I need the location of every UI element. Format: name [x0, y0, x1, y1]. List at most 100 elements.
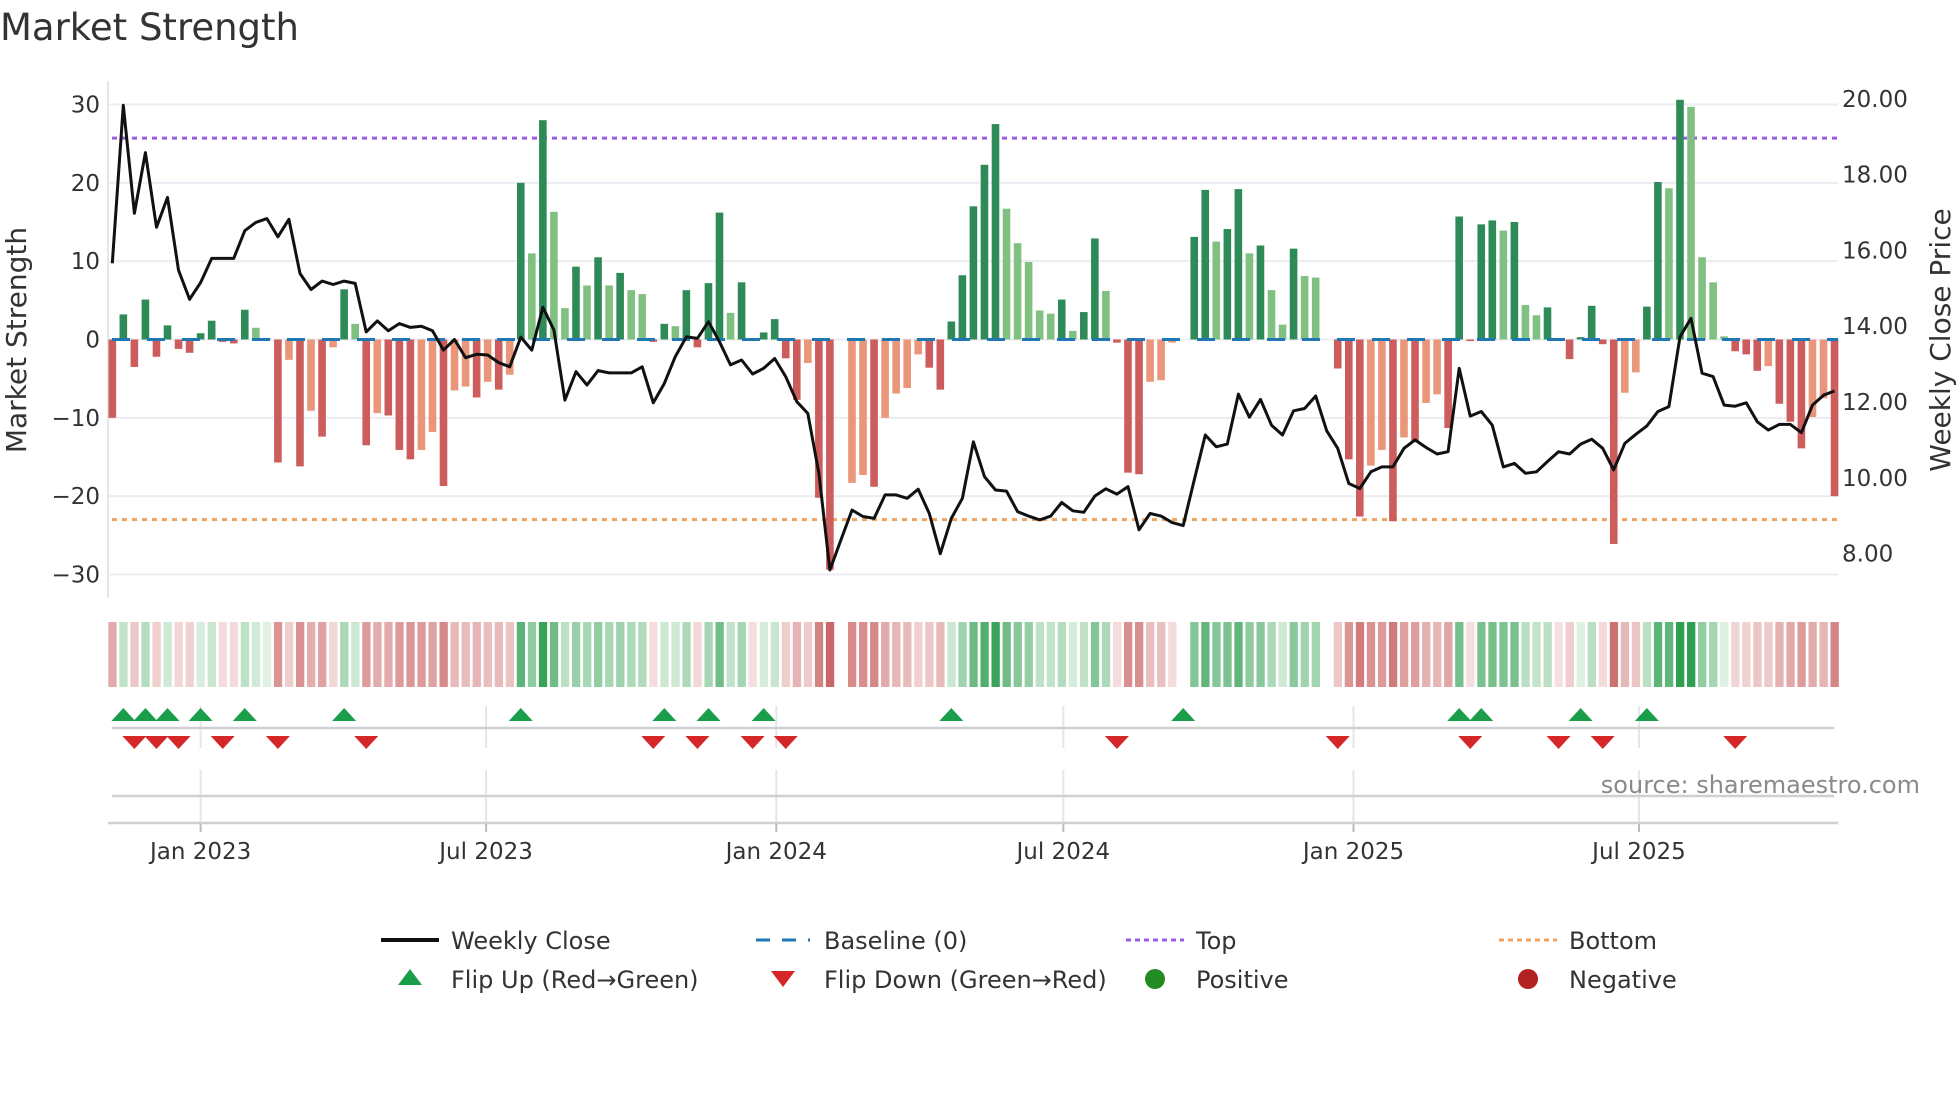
heat-strip-cell — [936, 622, 945, 687]
flip-up-triangle-icon — [188, 708, 213, 721]
legend-label: Bottom — [1569, 927, 1657, 955]
heat-strip-cell — [1057, 622, 1067, 687]
heat-strip-cell — [262, 622, 272, 687]
strength-bar — [881, 339, 889, 418]
left-tick-label: 0 — [85, 328, 100, 354]
heat-strip-cell — [284, 622, 294, 687]
strength-bar — [185, 339, 194, 353]
strength-bar — [1102, 290, 1110, 340]
strength-bar — [1598, 339, 1607, 345]
flip-up-triangle-icon — [696, 708, 721, 721]
legend: Weekly Close Baseline (0) Top Bottom Flip Up… — [381, 927, 1677, 994]
heat-strip-cell — [781, 622, 791, 687]
heat-strip-cell — [251, 622, 261, 687]
strength-bar — [119, 314, 128, 340]
flip-down-triangle-icon — [1325, 736, 1350, 749]
heat-strip-cell — [1477, 622, 1486, 687]
heat-strip-cell — [1190, 622, 1199, 687]
heat-strip-cell — [1366, 622, 1376, 687]
strength-bar — [285, 339, 293, 360]
heat-strip-cell — [218, 622, 227, 687]
legend-label: Weekly Close — [451, 927, 611, 955]
legend-label: Negative — [1569, 966, 1677, 994]
strength-bar — [892, 339, 900, 394]
strength-bar — [1654, 182, 1662, 340]
strength-bar — [770, 319, 779, 340]
strength-bar — [1565, 339, 1574, 360]
heat-strip-cell — [583, 622, 592, 687]
heat-strip-cell — [1521, 622, 1530, 687]
strength-bar — [1477, 224, 1486, 340]
heat-strip-cell — [704, 622, 713, 687]
flip-down-triangle-icon — [122, 736, 147, 749]
strength-bar — [671, 326, 680, 340]
strength-bar — [1433, 339, 1441, 395]
strength-bar — [1775, 339, 1784, 404]
heat-strip-cell — [141, 622, 150, 687]
heat-strip-cell — [1300, 622, 1309, 687]
heat-strip-cell — [1587, 622, 1596, 687]
heat-strip-cell — [174, 622, 183, 687]
heat-strip-cell — [494, 622, 503, 687]
heat-strip-cell — [307, 622, 316, 687]
flip-up-triangle-icon — [751, 708, 776, 721]
left-tick-label: 10 — [71, 249, 100, 275]
strength-bar — [561, 308, 569, 340]
heat-strip-cell — [472, 622, 481, 687]
heat-strip-cell — [196, 622, 205, 687]
strength-bar — [572, 266, 580, 340]
strength-bar — [1212, 241, 1221, 340]
heat-strip-cell — [119, 622, 128, 687]
right-tick-label: 8.00 — [1842, 542, 1893, 568]
x-tick-label: Jul 2025 — [1590, 839, 1686, 865]
heat-strip-cell — [980, 622, 989, 687]
strength-bar — [163, 325, 172, 340]
strength-bar — [516, 182, 525, 340]
heat-strip-cell — [185, 622, 194, 687]
x-tick-label: Jul 2023 — [437, 839, 533, 865]
right-tick-label: 20.00 — [1842, 87, 1908, 113]
heat-strip-cell — [1775, 622, 1784, 687]
heat-strip-cell — [152, 622, 161, 687]
flip-up-triangle-icon — [939, 708, 964, 721]
heat-strip-cell — [1377, 622, 1387, 687]
strength-bar — [870, 339, 878, 487]
strength-bar — [1311, 277, 1320, 340]
heat-strip-cell — [1830, 622, 1839, 687]
heat-strip-cell — [737, 622, 746, 687]
strength-bar — [682, 290, 691, 340]
strength-heat-strip — [108, 622, 1839, 687]
heat-strip-cell — [483, 622, 492, 687]
strength-bar — [395, 339, 404, 450]
heat-strip-cell — [847, 622, 857, 687]
heat-strip-cell — [1212, 622, 1221, 687]
heat-strip-cell — [1808, 622, 1817, 687]
left-tick-label: −10 — [51, 406, 100, 432]
legend-item-bottom: Bottom — [1499, 927, 1657, 955]
heat-strip-cell — [1455, 622, 1464, 687]
heat-strip-cell — [1146, 622, 1155, 687]
legend-item-positive: Positive — [1145, 966, 1289, 994]
strength-bar — [461, 339, 470, 387]
heat-strip-cell — [1720, 622, 1729, 687]
heat-strip-cell — [1698, 622, 1707, 687]
left-tick-label: 20 — [71, 171, 100, 197]
flip-up-triangle-icon — [155, 708, 180, 721]
strength-bar — [1786, 339, 1795, 422]
heat-strip-cell — [1090, 622, 1100, 687]
heat-strip-cell — [1002, 622, 1011, 687]
flip-down-triangle-icon — [685, 736, 710, 749]
heat-strip-cell — [571, 622, 581, 687]
strength-bar — [1411, 339, 1419, 443]
strength-bar — [594, 257, 602, 340]
heat-strip-cell — [384, 622, 393, 687]
strength-bar — [1333, 339, 1342, 369]
flip-up-triangle-icon — [232, 708, 257, 721]
strength-bar — [1046, 313, 1055, 340]
strength-bar — [417, 339, 426, 450]
strength-bar — [1521, 305, 1530, 340]
legend-item-negative: Negative — [1518, 966, 1677, 994]
strength-bar — [1444, 339, 1452, 429]
heat-strip-cell — [1786, 622, 1795, 687]
strength-bar — [1632, 339, 1640, 373]
